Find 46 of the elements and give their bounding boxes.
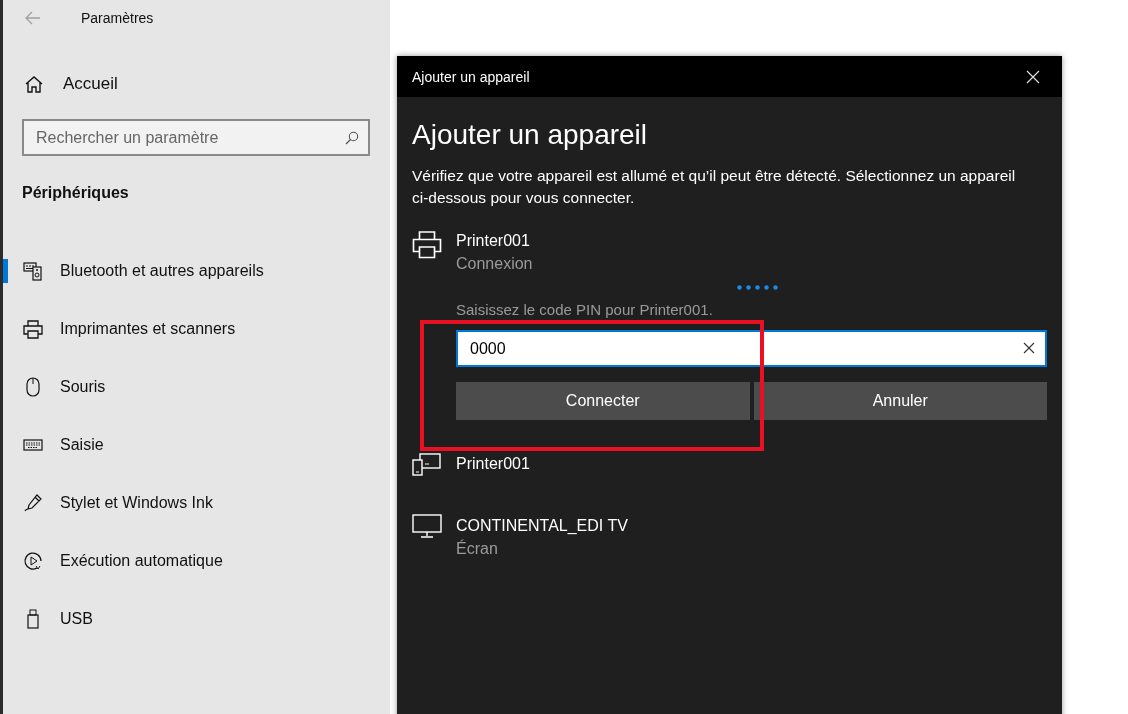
- dialog-button[interactable]: Annuler: [753, 382, 1047, 420]
- device-name: Printer001: [456, 231, 531, 251]
- pin-prompt: Saisissez le code PIN pour Printer001.: [456, 301, 714, 318]
- pen-icon: [22, 493, 44, 513]
- device-name: CONTINENTAL_EDI TV: [456, 516, 628, 536]
- nav-item[interactable]: Exécution automatique: [3, 532, 390, 590]
- device-name: Printer001: [456, 454, 530, 474]
- phone-and-screen-icon: [412, 452, 442, 476]
- home-icon: [24, 75, 44, 93]
- nav-label: USB: [60, 610, 93, 628]
- nav-label: Souris: [60, 378, 106, 396]
- printer-icon: [22, 319, 44, 339]
- close-icon[interactable]: [1026, 69, 1040, 84]
- nav-label: Exécution automatique: [60, 552, 223, 570]
- autoplay-icon: [22, 551, 44, 571]
- dialog-button[interactable]: Connecter: [456, 382, 750, 420]
- section-heading: Périphériques: [22, 184, 130, 202]
- dialog-description: Vérifiez que votre appareil est allumé et qu’il peut être détecté. Sélectionnez un appareil ci-dessous pour vous connecter.: [412, 166, 1017, 208]
- pin-input-field[interactable]: 0000: [456, 330, 1047, 367]
- nav-item[interactable]: USB: [3, 590, 390, 648]
- clear-icon[interactable]: [1023, 342, 1035, 354]
- search-icon: [345, 131, 359, 145]
- progress-dots-icon: [737, 285, 779, 290]
- nav-label: Saisie: [60, 436, 104, 454]
- nav-label: Stylet et Windows Ink: [60, 494, 213, 512]
- device-status: Écran: [456, 538, 499, 559]
- keyboard-icon: [22, 439, 44, 451]
- keyboard-speaker-icon: [22, 261, 44, 281]
- printer-icon: [412, 229, 442, 259]
- device-status: Connexion: [456, 254, 533, 274]
- home-link[interactable]: Accueil: [3, 69, 390, 99]
- search-field[interactable]: Rechercher un paramètre: [22, 119, 370, 156]
- device-item[interactable]: Printer001: [412, 452, 1047, 476]
- nav-item[interactable]: Souris: [3, 358, 390, 416]
- nav-label: Imprimantes et scanners: [60, 320, 236, 338]
- nav-item[interactable]: Imprimantes et scanners: [3, 300, 390, 358]
- device-item[interactable]: Printer001 Connexion: [412, 229, 1047, 275]
- monitor-icon: [412, 514, 442, 538]
- nav-label: Bluetooth et autres appareils: [60, 262, 264, 280]
- dialog-title: Ajouter un appareil: [412, 68, 530, 85]
- nav-item[interactable]: Stylet et Windows Ink: [3, 474, 390, 532]
- device-item[interactable]: CONTINENTAL_EDI TV Écran: [412, 514, 1047, 560]
- dialog-heading: Ajouter un appareil: [412, 119, 649, 151]
- app-title: Paramètres: [81, 10, 154, 26]
- nav-item[interactable]: Bluetooth et autres appareils: [3, 242, 390, 300]
- nav-item[interactable]: Saisie: [3, 416, 390, 474]
